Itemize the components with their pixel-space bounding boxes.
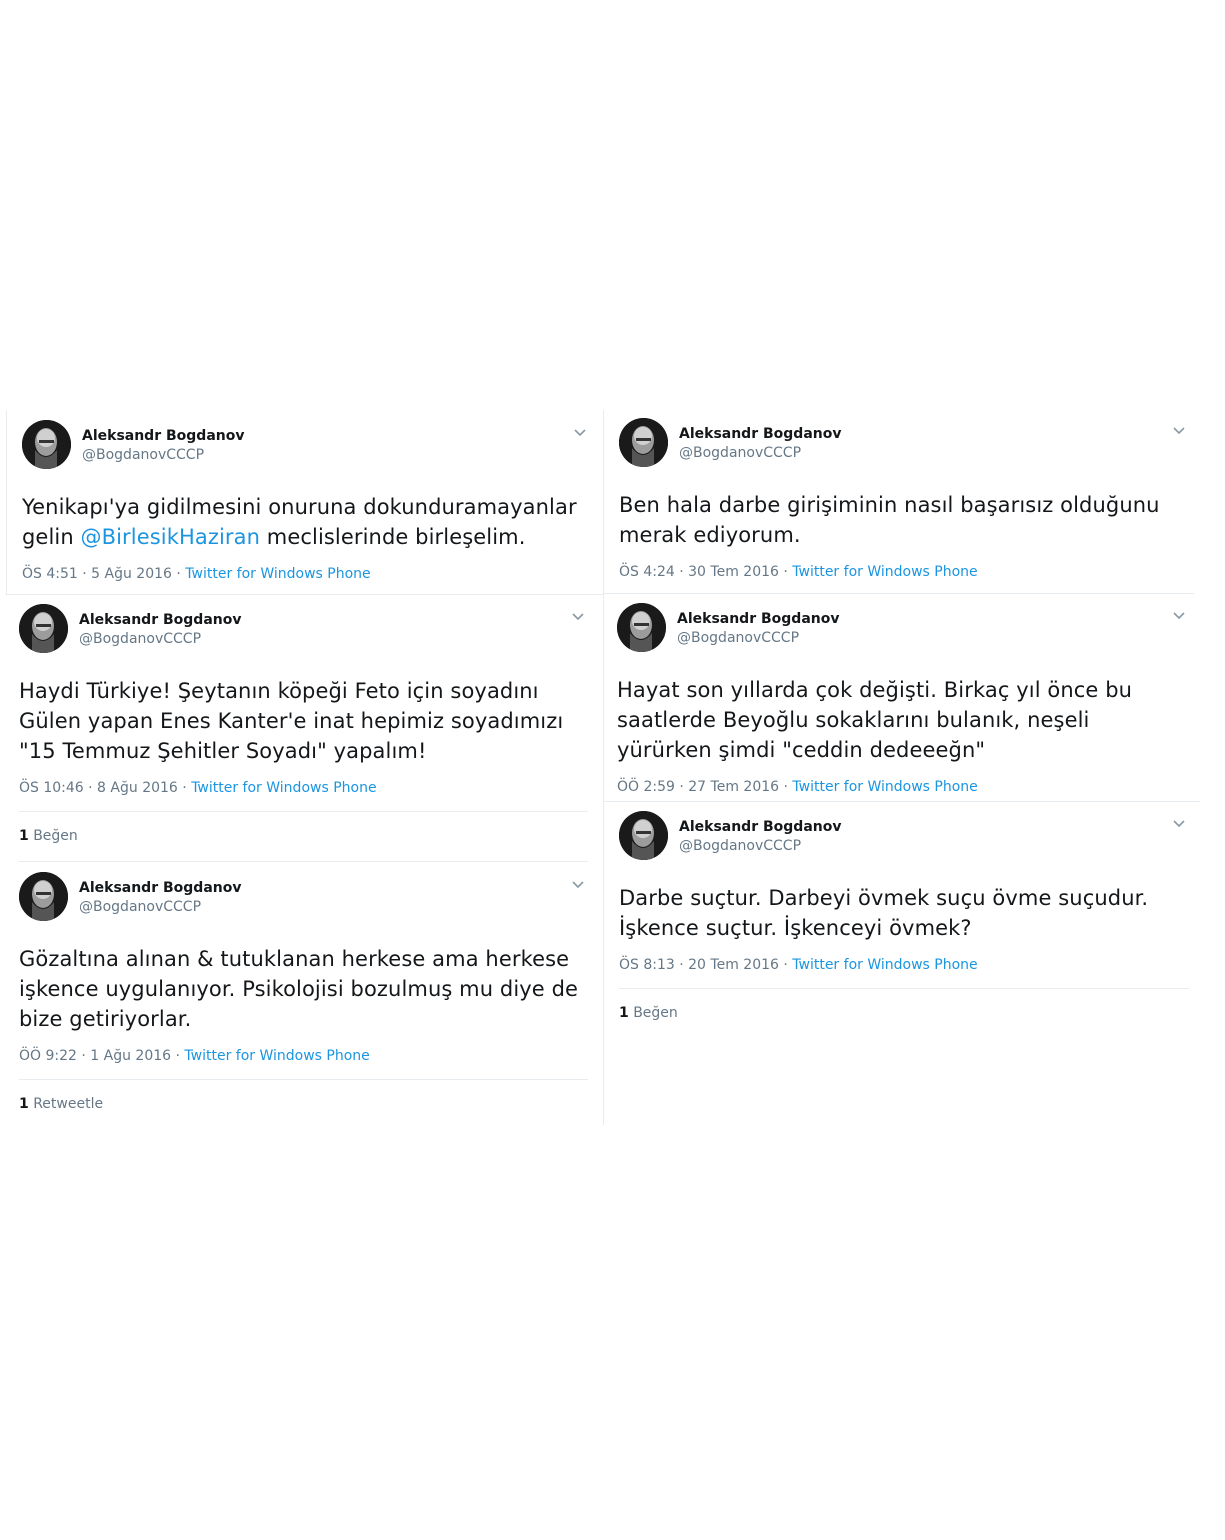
user-handle[interactable]: @BogdanovCCCP xyxy=(677,629,839,648)
timestamp[interactable]: ÖS 8:13 · 20 Tem 2016 · xyxy=(619,957,792,973)
display-name[interactable]: Aleksandr Bogdanov xyxy=(679,425,841,444)
tweet-meta: ÖS 4:51 · 5 Ağu 2016 · Twitter for Windo… xyxy=(22,566,590,582)
display-name[interactable]: Aleksandr Bogdanov xyxy=(82,427,244,446)
tweet-card[interactable]: Aleksandr Bogdanov @BogdanovCCCP Hayat s… xyxy=(617,603,1189,795)
retweet-count: 1 xyxy=(19,1096,29,1112)
tweet-header: Aleksandr Bogdanov @BogdanovCCCP xyxy=(22,420,590,470)
chevron-down-icon[interactable] xyxy=(570,608,586,624)
row-divider-right-1 xyxy=(604,593,1194,594)
tweet-stats[interactable]: 1 Beğen xyxy=(19,812,588,861)
tweet-header: Aleksandr Bogdanov @BogdanovCCCP xyxy=(19,604,588,654)
timestamp[interactable]: ÖS 4:51 · 5 Ağu 2016 · xyxy=(22,566,185,582)
tweet-header: Aleksandr Bogdanov @BogdanovCCCP xyxy=(619,811,1189,861)
source-link[interactable]: Twitter for Windows Phone xyxy=(792,564,977,580)
avatar[interactable] xyxy=(619,811,668,860)
tweet-header: Aleksandr Bogdanov @BogdanovCCCP xyxy=(617,603,1189,653)
tweet-card[interactable]: Aleksandr Bogdanov @BogdanovCCCP Gözaltı… xyxy=(19,872,588,1112)
user-handle[interactable]: @BogdanovCCCP xyxy=(79,630,241,649)
divider xyxy=(19,861,588,862)
chevron-down-icon[interactable] xyxy=(1171,422,1187,438)
display-name[interactable]: Aleksandr Bogdanov xyxy=(79,611,241,630)
tweet-meta: ÖÖ 2:59 · 27 Tem 2016 · Twitter for Wind… xyxy=(617,779,1189,795)
timestamp[interactable]: ÖÖ 2:59 · 27 Tem 2016 · xyxy=(617,779,792,795)
retweet-label: Retweetle xyxy=(28,1096,104,1112)
chevron-down-icon[interactable] xyxy=(570,876,586,892)
source-link[interactable]: Twitter for Windows Phone xyxy=(792,957,977,973)
timestamp[interactable]: ÖS 10:46 · 8 Ağu 2016 · xyxy=(19,780,191,796)
avatar[interactable] xyxy=(619,418,668,467)
chevron-down-icon[interactable] xyxy=(1171,815,1187,831)
avatar[interactable] xyxy=(22,420,71,469)
tweet-text: Ben hala darbe girişiminin nasıl başarıs… xyxy=(619,493,1160,547)
tweet-meta: ÖS 8:13 · 20 Tem 2016 · Twitter for Wind… xyxy=(619,957,1189,973)
display-name[interactable]: Aleksandr Bogdanov xyxy=(677,610,839,629)
avatar[interactable] xyxy=(19,604,68,653)
tweet-meta: ÖS 10:46 · 8 Ağu 2016 · Twitter for Wind… xyxy=(19,780,588,796)
user-handle[interactable]: @BogdanovCCCP xyxy=(82,446,244,465)
tweet-meta: ÖÖ 9:22 · 1 Ağu 2016 · Twitter for Windo… xyxy=(19,1048,588,1064)
source-link[interactable]: Twitter for Windows Phone xyxy=(191,780,376,796)
row-divider-left xyxy=(6,594,603,595)
tweet-text: Hayat son yıllarda çok değişti. Birkaç y… xyxy=(617,678,1133,762)
left-border xyxy=(6,410,7,594)
row-divider-right-2 xyxy=(604,801,1200,802)
chevron-down-icon[interactable] xyxy=(1171,607,1187,623)
user-handle[interactable]: @BogdanovCCCP xyxy=(679,837,841,856)
tweet-text: Gözaltına alınan & tutuklanan herkese am… xyxy=(19,947,579,1031)
source-link[interactable]: Twitter for Windows Phone xyxy=(792,779,977,795)
display-name[interactable]: Aleksandr Bogdanov xyxy=(79,879,241,898)
user-handle[interactable]: @BogdanovCCCP xyxy=(679,444,841,463)
avatar[interactable] xyxy=(19,872,68,921)
tweet-stats[interactable]: 1 Retweetle xyxy=(19,1080,588,1112)
like-label: Beğen xyxy=(28,828,78,844)
like-label: Beğen xyxy=(628,1005,678,1021)
chevron-down-icon[interactable] xyxy=(572,424,588,440)
tweet-text: Haydi Türkiye! Şeytanın köpeği Feto için… xyxy=(19,679,564,763)
tweet-card[interactable]: Aleksandr Bogdanov @BogdanovCCCP Yenikap… xyxy=(22,420,590,582)
like-count: 1 xyxy=(19,828,29,844)
source-link[interactable]: Twitter for Windows Phone xyxy=(185,566,370,582)
tweet-text: Yenikapı'ya gidilmesini onuruna dokundur… xyxy=(22,495,577,549)
mention-link[interactable]: @BirlesikHaziran xyxy=(81,525,261,549)
tweet-header: Aleksandr Bogdanov @BogdanovCCCP xyxy=(619,418,1189,468)
timestamp[interactable]: ÖS 4:24 · 30 Tem 2016 · xyxy=(619,564,792,580)
tweet-meta: ÖS 4:24 · 30 Tem 2016 · Twitter for Wind… xyxy=(619,564,1189,580)
display-name[interactable]: Aleksandr Bogdanov xyxy=(679,818,841,837)
tweet-stats[interactable]: 1 Beğen xyxy=(619,989,1189,1021)
user-handle[interactable]: @BogdanovCCCP xyxy=(79,898,241,917)
timestamp[interactable]: ÖÖ 9:22 · 1 Ağu 2016 · xyxy=(19,1048,184,1064)
source-link[interactable]: Twitter for Windows Phone xyxy=(184,1048,369,1064)
tweet-text: Darbe suçtur. Darbeyi övmek suçu övme su… xyxy=(619,886,1149,940)
tweet-card[interactable]: Aleksandr Bogdanov @BogdanovCCCP Darbe s… xyxy=(619,811,1189,1021)
tweet-card[interactable]: Aleksandr Bogdanov @BogdanovCCCP Haydi T… xyxy=(19,604,588,862)
tweet-card[interactable]: Aleksandr Bogdanov @BogdanovCCCP Ben hal… xyxy=(619,418,1189,580)
tweet-header: Aleksandr Bogdanov @BogdanovCCCP xyxy=(19,872,588,922)
like-count: 1 xyxy=(619,1005,629,1021)
avatar[interactable] xyxy=(617,603,666,652)
column-divider xyxy=(603,410,604,1125)
